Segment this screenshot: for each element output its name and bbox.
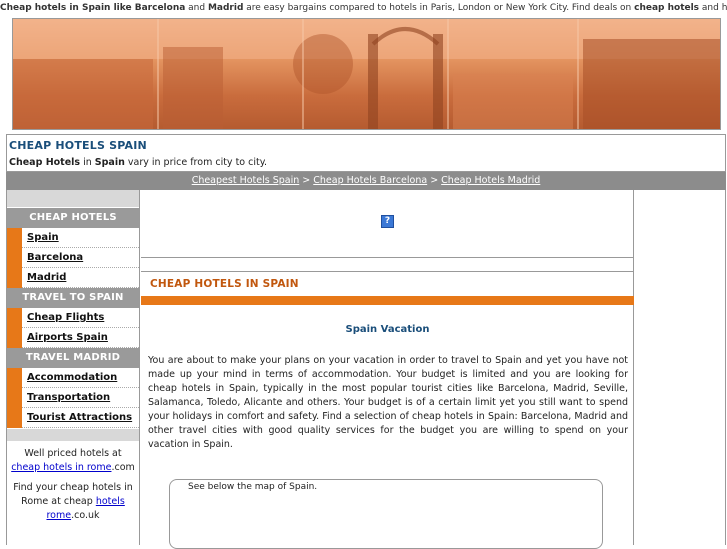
sidebar-link-madrid[interactable]: Madrid — [27, 272, 66, 283]
map-caption: See below the map of Spain. — [188, 482, 318, 492]
banner-photo-collage — [13, 19, 720, 129]
promo-2-text-b: .co.uk — [71, 510, 100, 521]
broken-image-icon[interactable]: ? — [381, 215, 394, 228]
sidebar-link-cheap-flights[interactable]: Cheap Flights — [27, 312, 104, 323]
page-subtitle: Cheap Hotels in Spain vary in price from… — [9, 157, 267, 168]
sidebar-item-cheap-flights[interactable]: Cheap Flights — [7, 308, 139, 328]
main-content: ? CHEAP HOTELS IN SPAIN Spain Vacation Y… — [141, 190, 634, 549]
sidebar-link-airports-spain[interactable]: Airports Spain — [27, 332, 108, 343]
tagline-bold-2: Madrid — [207, 3, 244, 13]
sidebar-section-cheap-hotels: CHEAP HOTELS — [7, 208, 139, 228]
breadcrumb-separator-2: > — [427, 175, 442, 186]
sidebar: CHEAP HOTELS Spain Barcelona Madrid TRAV… — [6, 190, 140, 545]
sidebar-item-spain[interactable]: Spain — [7, 228, 139, 248]
section-paragraph: You are about to make your plans on your… — [148, 355, 628, 450]
subtitle-text-2: vary in price from city to city. — [124, 157, 268, 168]
subtitle-bold-2: Spain — [94, 157, 125, 168]
promo-1-link[interactable]: cheap hotels in rome — [11, 462, 111, 473]
ad-area: ? — [141, 190, 634, 258]
sidebar-item-barcelona[interactable]: Barcelona — [7, 248, 139, 268]
banner-building-2 — [163, 47, 223, 129]
tagline-text-3: and hostels. — [701, 3, 727, 13]
sidebar-link-spain[interactable]: Spain — [27, 232, 59, 243]
banner-gate-right — [433, 34, 443, 129]
top-tagline: Cheap hotels in Spain like Barcelona and… — [0, 0, 727, 17]
sidebar-link-accommodation[interactable]: Accommodation — [27, 372, 117, 383]
page-header: CHEAP HOTELS SPAIN Cheap Hotels in Spain… — [6, 134, 726, 172]
header-banner-image — [12, 18, 721, 130]
sidebar-promo-2: Find your cheap hotels in Rome at cheap … — [7, 475, 139, 523]
banner-tree-1 — [293, 34, 353, 94]
right-column — [634, 190, 726, 545]
promo-1-text-b: .com — [111, 462, 135, 473]
sidebar-item-transportation[interactable]: Transportation — [7, 388, 139, 408]
banner-square — [453, 74, 573, 129]
tagline-bold-1: Cheap hotels in Spain like Barcelona — [0, 3, 186, 13]
section-title: CHEAP HOTELS IN SPAIN — [150, 278, 299, 290]
sidebar-item-airports-spain[interactable]: Airports Spain — [7, 328, 139, 348]
subtitle-bold-1: Cheap Hotels — [9, 157, 81, 168]
sidebar-link-transportation[interactable]: Transportation — [27, 392, 110, 403]
sidebar-item-madrid[interactable]: Madrid — [7, 268, 139, 288]
content-separator — [141, 258, 634, 272]
page-title: CHEAP HOTELS SPAIN — [9, 139, 147, 152]
sidebar-item-tourist-attractions[interactable]: Tourist Attractions — [7, 408, 139, 428]
subtitle-text-1: in — [80, 157, 95, 168]
breadcrumb: Cheapest Hotels Spain > Cheap Hotels Bar… — [6, 172, 726, 190]
sidebar-section-travel-madrid: TRAVEL MADRID — [7, 348, 139, 368]
sidebar-bottom-spacer — [7, 429, 139, 441]
breadcrumb-link-madrid[interactable]: Cheap Hotels Madrid — [441, 175, 540, 186]
promo-1-text-a: Well priced hotels at — [24, 448, 122, 459]
breadcrumb-link-barcelona[interactable]: Cheap Hotels Barcelona — [313, 175, 427, 186]
sidebar-section-travel-to-spain: TRAVEL TO SPAIN — [7, 288, 139, 308]
section-title-underline — [141, 296, 634, 305]
tagline-bold-3: cheap hotels — [634, 3, 700, 13]
breadcrumb-separator-1: > — [299, 175, 314, 186]
banner-gate-left — [368, 34, 378, 129]
sidebar-link-barcelona[interactable]: Barcelona — [27, 252, 83, 263]
sidebar-top-spacer — [7, 190, 139, 208]
tagline-text-2: are easy bargains compared to hotels in … — [243, 3, 635, 13]
sidebar-item-accommodation[interactable]: Accommodation — [7, 368, 139, 388]
section-subheading: Spain Vacation — [345, 324, 430, 335]
banner-arena — [583, 39, 720, 129]
tagline-text-1: and — [185, 3, 208, 13]
banner-building-1 — [13, 59, 153, 129]
sidebar-promo-1: Well priced hotels at cheap hotels in ro… — [7, 441, 139, 475]
breadcrumb-link-spain[interactable]: Cheapest Hotels Spain — [192, 175, 300, 186]
sidebar-link-tourist-attractions[interactable]: Tourist Attractions — [27, 412, 132, 423]
map-box: See below the map of Spain. — [169, 479, 603, 549]
